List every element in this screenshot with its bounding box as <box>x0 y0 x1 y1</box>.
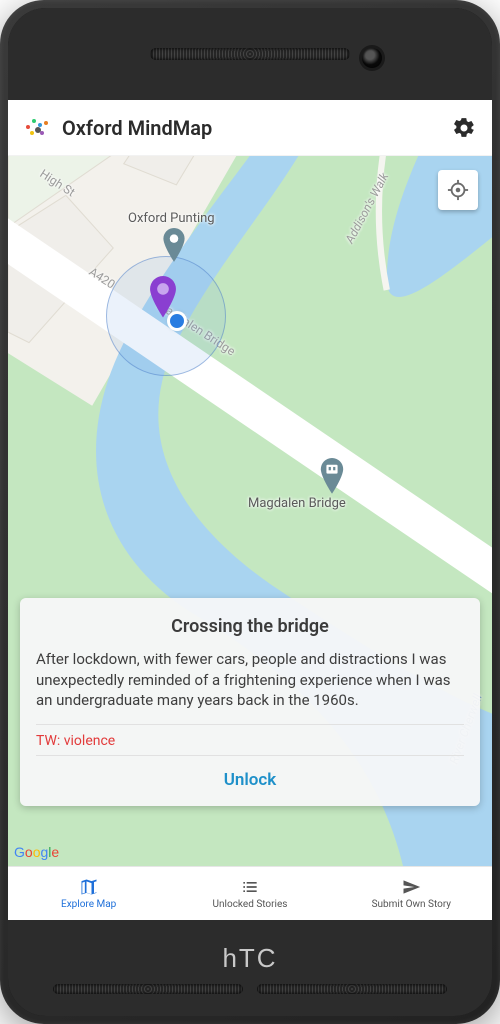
bottom-speaker-right <box>257 984 447 994</box>
app-screen: Oxford MindMap <box>8 100 492 920</box>
brain-logo-icon <box>22 115 52 141</box>
tab-label: Unlocked Stories <box>213 899 288 910</box>
map-pin-icon <box>161 228 187 264</box>
settings-button[interactable] <box>450 114 478 142</box>
trigger-warning: TW: violence <box>36 724 464 755</box>
user-location-dot <box>170 314 184 328</box>
unlock-button[interactable]: Unlock <box>36 755 464 806</box>
top-speaker <box>150 48 350 60</box>
story-title: Crossing the bridge <box>36 616 464 637</box>
tab-label: Explore Map <box>61 899 116 910</box>
magdalen-bridge-pin[interactable] <box>318 458 346 500</box>
tab-submit-story[interactable]: Submit Own Story <box>331 867 492 920</box>
app-title: Oxford MindMap <box>62 116 212 140</box>
tab-label: Submit Own Story <box>372 899 451 910</box>
tab-unlocked-stories[interactable]: Unlocked Stories <box>169 867 330 920</box>
device-brand: hTC <box>222 943 277 974</box>
bottom-speakers <box>53 984 447 994</box>
front-camera <box>362 48 382 68</box>
bottom-speaker-left <box>53 984 243 994</box>
map-icon <box>79 877 99 897</box>
bezel-bottom: hTC <box>8 920 492 1016</box>
app-header: Oxford MindMap <box>8 100 492 156</box>
google-attribution: Google <box>14 844 59 860</box>
list-icon <box>240 877 260 897</box>
tab-explore-map[interactable]: Explore Map <box>8 867 169 920</box>
map-pin-icon <box>318 458 346 496</box>
map-view[interactable]: High St A420 Magdalen Bridge Addison's W… <box>8 156 492 866</box>
phone-inner: Oxford MindMap <box>8 8 492 1016</box>
crosshair-icon <box>447 179 469 201</box>
gear-icon <box>452 116 476 140</box>
locate-me-button[interactable] <box>438 170 478 210</box>
poi-label-oxford-punting: Oxford Punting <box>128 211 215 226</box>
app-title-wrap: Oxford MindMap <box>22 115 212 141</box>
bezel-top <box>8 8 492 100</box>
phone-frame: Oxford MindMap <box>0 0 500 1024</box>
send-icon <box>401 877 421 897</box>
bottom-tabbar: Explore Map Unlocked Stories Submit Own … <box>8 866 492 920</box>
story-card: Crossing the bridge After lockdown, with… <box>20 598 480 806</box>
story-body: After lockdown, with fewer cars, people … <box>36 649 464 710</box>
oxford-punting-pin[interactable] <box>161 228 187 268</box>
